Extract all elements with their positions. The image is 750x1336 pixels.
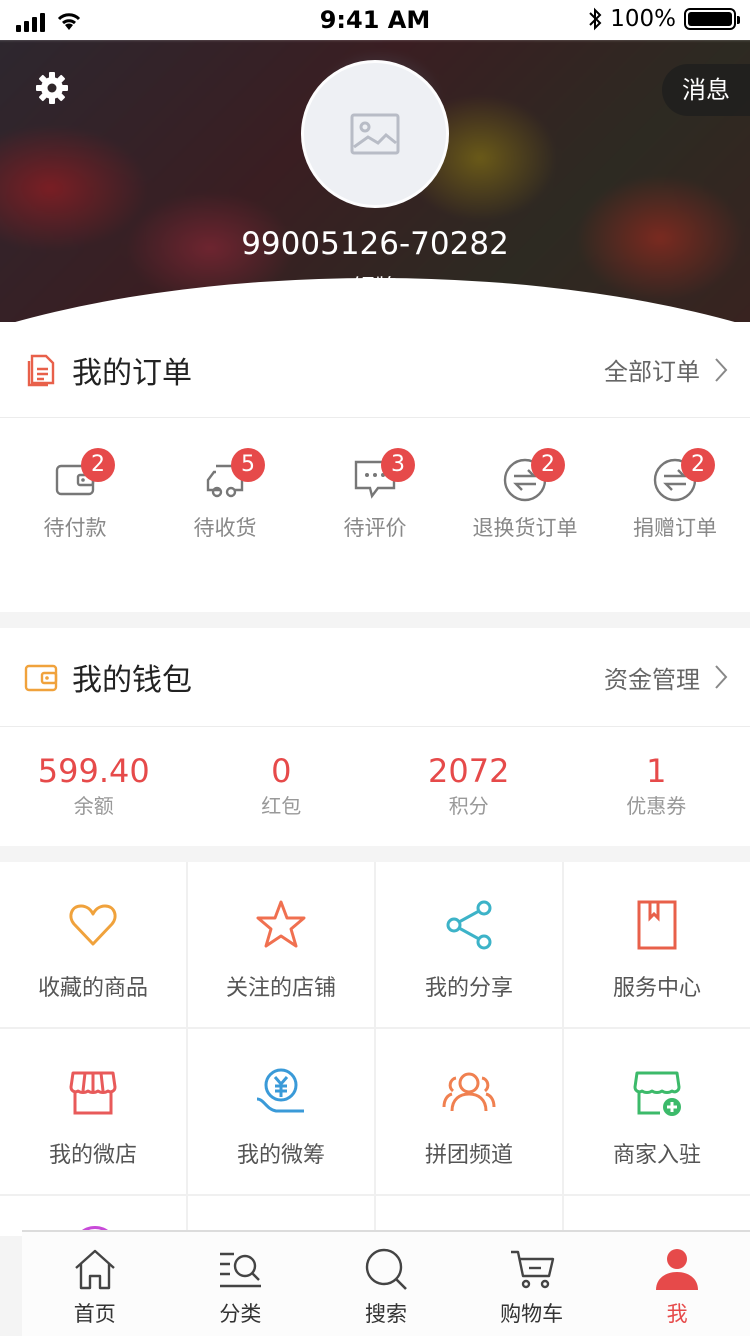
service-my-shop[interactable]: 我的微店: [0, 1029, 186, 1194]
service-label: 拼团频道: [376, 1137, 562, 1169]
order-badge: 2: [81, 448, 115, 482]
book-icon: [630, 898, 684, 952]
service-label: 收藏的商品: [0, 970, 186, 1002]
service-followed-stores[interactable]: 关注的店铺: [188, 862, 374, 1027]
wallet-label: 优惠券: [563, 791, 750, 821]
tab-label: 我: [604, 1298, 750, 1328]
wallet-section: 我的钱包 资金管理 599.40余额 0红包 2072积分 1优惠券: [0, 628, 750, 846]
tab-label: 搜索: [313, 1298, 459, 1328]
fund-management-link[interactable]: 资金管理: [604, 660, 700, 695]
member-level: 铜牌: [0, 270, 750, 302]
order-label: 待收货: [168, 512, 282, 544]
status-bar: 9:41 AM 100%: [0, 0, 750, 40]
service-label: 我的微店: [0, 1137, 186, 1169]
service-label: 关注的店铺: [188, 970, 374, 1002]
settings-gear-icon[interactable]: [34, 70, 70, 106]
wallet-balance[interactable]: 599.40余额: [0, 727, 188, 845]
all-orders-link[interactable]: 全部订单: [604, 352, 700, 387]
star-icon: [254, 898, 308, 952]
bluetooth-icon: [588, 7, 602, 31]
heart-icon: [66, 898, 120, 952]
order-donation[interactable]: 2 捐赠订单: [600, 418, 750, 604]
wallet-coupons[interactable]: 1优惠券: [563, 727, 750, 845]
wallet-label: 红包: [188, 791, 376, 821]
battery-percent: 100%: [610, 6, 676, 32]
orders-section: 我的订单 全部订单 2 待付款 5 待收货 3 待评价 2 退换货订单 2 捐赠…: [0, 322, 750, 612]
tab-label: 首页: [22, 1298, 168, 1328]
user-icon: [654, 1246, 700, 1292]
service-my-shares[interactable]: 我的分享: [376, 862, 562, 1027]
cart-icon: [509, 1246, 555, 1292]
messages-button[interactable]: 消息: [662, 64, 750, 116]
wallet-card-icon: [24, 660, 58, 694]
wallet-header[interactable]: 我的钱包 资金管理: [0, 628, 750, 726]
orders-title: 我的订单: [72, 348, 604, 392]
service-label: 我的分享: [376, 970, 562, 1002]
order-status-row: 2 待付款 5 待收货 3 待评价 2 退换货订单 2 捐赠订单: [0, 418, 750, 604]
service-center[interactable]: 服务中心: [564, 862, 750, 1027]
order-pending-receipt[interactable]: 5 待收货: [150, 418, 300, 604]
category-icon: [217, 1246, 263, 1292]
username: 99005126-70282: [0, 226, 750, 262]
order-pending-review[interactable]: 3 待评价: [300, 418, 450, 604]
wallet-value: 599.40: [0, 751, 188, 791]
wallet-points[interactable]: 2072积分: [375, 727, 563, 845]
order-badge: 3: [381, 448, 415, 482]
battery-icon: [684, 8, 736, 30]
wallet-value: 2072: [375, 751, 563, 791]
image-placeholder-icon: [350, 113, 400, 155]
wallet-value: 0: [188, 751, 376, 791]
orders-header[interactable]: 我的订单 全部订单: [0, 322, 750, 418]
yuan-hand-icon: [254, 1065, 308, 1119]
search-icon: [363, 1246, 409, 1292]
chevron-right-icon: [714, 357, 728, 383]
tab-label: 分类: [168, 1298, 314, 1328]
service-group-buy[interactable]: 拼团频道: [376, 1029, 562, 1194]
service-my-crowdfunding[interactable]: 我的微筹: [188, 1029, 374, 1194]
order-label: 待付款: [18, 512, 132, 544]
service-label: 服务中心: [564, 970, 750, 1002]
tab-category[interactable]: 分类: [168, 1232, 314, 1336]
service-label: 商家入驻: [564, 1137, 750, 1169]
order-badge: 5: [231, 448, 265, 482]
order-pending-payment[interactable]: 2 待付款: [0, 418, 150, 604]
order-label: 捐赠订单: [618, 512, 732, 544]
services-grid: 收藏的商品 关注的店铺 我的分享 服务中心 我的微店 我的微筹 拼团频道 商家入…: [0, 862, 750, 1232]
wallet-stats: 599.40余额 0红包 2072积分 1优惠券: [0, 726, 750, 845]
shop-add-icon: [630, 1065, 684, 1119]
tab-search[interactable]: 搜索: [313, 1232, 459, 1336]
chevron-right-icon: [714, 664, 728, 690]
tab-cart[interactable]: 购物车: [459, 1232, 605, 1336]
home-icon: [72, 1246, 118, 1292]
tab-home[interactable]: 首页: [22, 1232, 168, 1336]
wallet-label: 余额: [0, 791, 188, 821]
wallet-red-packet[interactable]: 0红包: [188, 727, 376, 845]
order-badge: 2: [531, 448, 565, 482]
order-label: 退换货订单: [468, 512, 582, 544]
order-badge: 2: [681, 448, 715, 482]
wallet-title: 我的钱包: [72, 655, 604, 699]
share-icon: [442, 898, 496, 952]
service-favorites[interactable]: 收藏的商品: [0, 862, 186, 1027]
avatar[interactable]: [301, 60, 449, 208]
group-icon: [442, 1065, 496, 1119]
wallet-value: 1: [563, 751, 750, 791]
order-label: 待评价: [318, 512, 432, 544]
order-document-icon: [24, 353, 58, 387]
wallet-label: 积分: [375, 791, 563, 821]
service-label: 我的微筹: [188, 1137, 374, 1169]
tab-label: 购物车: [459, 1298, 605, 1328]
shop-icon: [66, 1065, 120, 1119]
service-merchant-join[interactable]: 商家入驻: [564, 1029, 750, 1194]
bottom-tab-bar: 首页 分类 搜索 购物车 我: [22, 1230, 750, 1336]
order-returns[interactable]: 2 退换货订单: [450, 418, 600, 604]
tab-me[interactable]: 我: [604, 1232, 750, 1336]
